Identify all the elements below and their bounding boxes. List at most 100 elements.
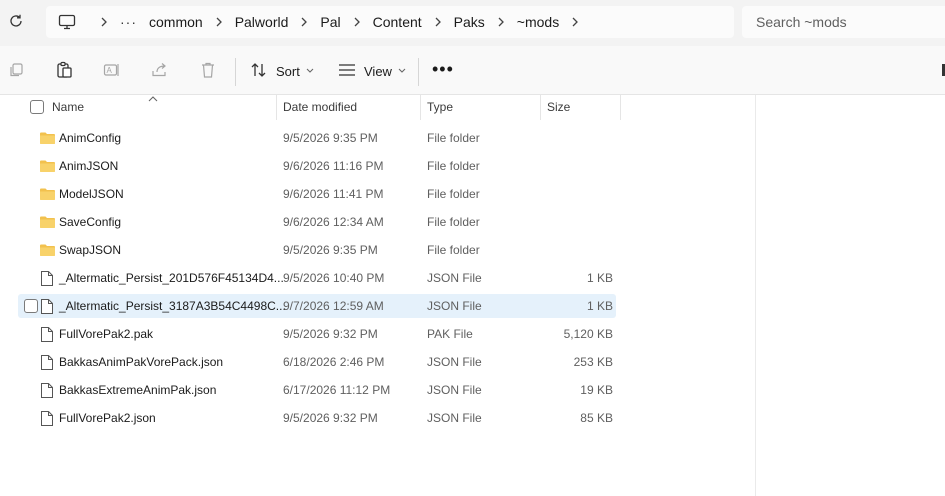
table-row-hovered[interactable]: _Altermatic_Persist_3187A3B54C4498C... 9… — [18, 294, 616, 318]
file-name: _Altermatic_Persist_3187A3B54C4498C... — [59, 299, 286, 313]
file-date: 9/5/2026 10:40 PM — [283, 271, 385, 285]
file-name: ModelJSON — [59, 187, 124, 201]
column-divider[interactable] — [420, 94, 421, 120]
sort-label: Sort — [276, 63, 300, 79]
table-row[interactable]: FullVorePak2.json 9/5/2026 9:32 PM JSON … — [18, 406, 616, 430]
copy-icon[interactable] — [6, 60, 26, 80]
command-bar: A Sort View ••• — [0, 46, 945, 95]
table-row[interactable]: FullVorePak2.pak 9/5/2026 9:32 PM PAK Fi… — [18, 322, 616, 346]
file-icon — [38, 325, 56, 343]
search-input[interactable]: Search ~mods — [756, 14, 847, 30]
toolbar-separator — [418, 58, 419, 86]
address-bar[interactable]: ··· common Palworld Pal Content Paks ~mo… — [46, 6, 734, 38]
breadcrumb-item[interactable]: Palworld — [229, 14, 295, 30]
file-type: JSON File — [427, 271, 482, 285]
file-date: 6/17/2026 11:12 PM — [283, 383, 391, 397]
table-row[interactable]: BakkasExtremeAnimPak.json 6/17/2026 11:1… — [18, 378, 616, 402]
select-all-checkbox[interactable] — [30, 100, 44, 114]
file-type: JSON File — [427, 355, 482, 369]
table-row[interactable]: ModelJSON 9/6/2026 11:41 PM File folder — [18, 182, 616, 206]
table-row[interactable]: _Altermatic_Persist_201D576F45134D4... 9… — [18, 266, 616, 290]
sort-icon — [250, 62, 268, 81]
breadcrumb-item[interactable]: Content — [367, 14, 428, 30]
chevron-right-icon[interactable] — [209, 17, 229, 27]
file-icon — [38, 353, 56, 371]
chevron-right-icon[interactable] — [491, 17, 511, 27]
file-type: File folder — [427, 215, 480, 229]
column-divider[interactable] — [620, 94, 621, 120]
file-date: 9/5/2026 9:32 PM — [283, 411, 378, 425]
file-name: BakkasExtremeAnimPak.json — [59, 383, 217, 397]
sort-ascending-icon — [147, 90, 159, 108]
chevron-down-icon — [398, 68, 406, 74]
file-type: JSON File — [427, 299, 482, 313]
rename-icon[interactable]: A — [102, 60, 122, 80]
table-row[interactable]: AnimJSON 9/6/2026 11:16 PM File folder — [18, 154, 616, 178]
chevron-right-icon[interactable] — [428, 17, 448, 27]
column-header-name[interactable]: Name — [52, 94, 84, 120]
chevron-right-icon[interactable] — [347, 17, 367, 27]
row-checkbox[interactable] — [24, 299, 38, 313]
file-type: File folder — [427, 131, 480, 145]
breadcrumb-item[interactable]: Pal — [314, 14, 346, 30]
folder-icon — [38, 213, 56, 231]
file-date: 9/5/2026 9:35 PM — [283, 131, 378, 145]
folder-icon — [38, 241, 56, 259]
chevron-right-icon[interactable] — [94, 17, 114, 27]
table-row[interactable]: AnimConfig 9/5/2026 9:35 PM File folder — [18, 126, 616, 150]
toolbar-separator — [235, 58, 236, 86]
file-size: 1 KB — [586, 299, 613, 313]
search-box[interactable]: Search ~mods — [742, 6, 945, 38]
file-type: File folder — [427, 159, 480, 173]
file-date: 9/6/2026 12:34 AM — [283, 215, 384, 229]
file-size: 253 KB — [573, 355, 613, 369]
view-list-icon — [338, 63, 356, 80]
file-name: FullVorePak2.pak — [59, 327, 154, 341]
column-divider[interactable] — [276, 94, 277, 120]
this-pc-icon[interactable] — [58, 13, 76, 31]
table-row[interactable]: SwapJSON 9/5/2026 9:35 PM File folder — [18, 238, 616, 262]
file-name: FullVorePak2.json — [59, 411, 156, 425]
file-size: 1 KB — [586, 271, 613, 285]
file-size: 5,120 KB — [563, 327, 613, 341]
folder-icon — [38, 157, 56, 175]
more-options-button[interactable]: ••• — [432, 60, 454, 78]
view-label: View — [364, 63, 392, 79]
column-header-type[interactable]: Type — [427, 94, 453, 120]
table-row[interactable]: BakkasAnimPakVorePack.json 6/18/2026 2:4… — [18, 350, 616, 374]
file-icon — [38, 409, 56, 427]
file-icon — [38, 381, 56, 399]
file-name: SaveConfig — [59, 215, 122, 229]
refresh-icon[interactable] — [6, 11, 26, 31]
file-size: 85 KB — [580, 411, 613, 425]
view-button[interactable]: View — [338, 60, 406, 82]
breadcrumb-item[interactable]: Paks — [448, 14, 491, 30]
column-header-size[interactable]: Size — [547, 94, 570, 120]
delete-icon[interactable] — [198, 60, 218, 80]
share-icon[interactable] — [150, 60, 170, 80]
file-type: File folder — [427, 187, 480, 201]
file-name: _Altermatic_Persist_201D576F45134D4... — [59, 271, 284, 285]
table-row[interactable]: SaveConfig 9/6/2026 12:34 AM File folder — [18, 210, 616, 234]
file-icon — [38, 269, 56, 287]
file-type: PAK File — [427, 327, 473, 341]
file-name: BakkasAnimPakVorePack.json — [59, 355, 224, 369]
file-icon — [38, 297, 56, 315]
file-name: SwapJSON — [59, 243, 122, 257]
chevron-right-icon[interactable] — [294, 17, 314, 27]
file-date: 9/5/2026 9:32 PM — [283, 327, 378, 341]
breadcrumb-item-current[interactable]: ~mods — [511, 14, 565, 30]
breadcrumb-overflow-button[interactable]: ··· — [114, 14, 143, 30]
address-bar-region: ··· common Palworld Pal Content Paks ~mo… — [0, 0, 945, 46]
breadcrumb-item[interactable]: common — [143, 14, 209, 30]
column-header-date[interactable]: Date modified — [283, 94, 357, 120]
file-date: 9/5/2026 9:35 PM — [283, 243, 378, 257]
folder-icon — [38, 129, 56, 147]
file-name: AnimJSON — [59, 159, 119, 173]
chevron-right-icon[interactable] — [565, 17, 585, 27]
paste-icon[interactable] — [54, 60, 74, 80]
file-date: 9/6/2026 11:41 PM — [283, 187, 384, 201]
file-date: 9/7/2026 12:59 AM — [283, 299, 384, 313]
sort-button[interactable]: Sort — [250, 60, 314, 82]
column-divider[interactable] — [540, 94, 541, 120]
